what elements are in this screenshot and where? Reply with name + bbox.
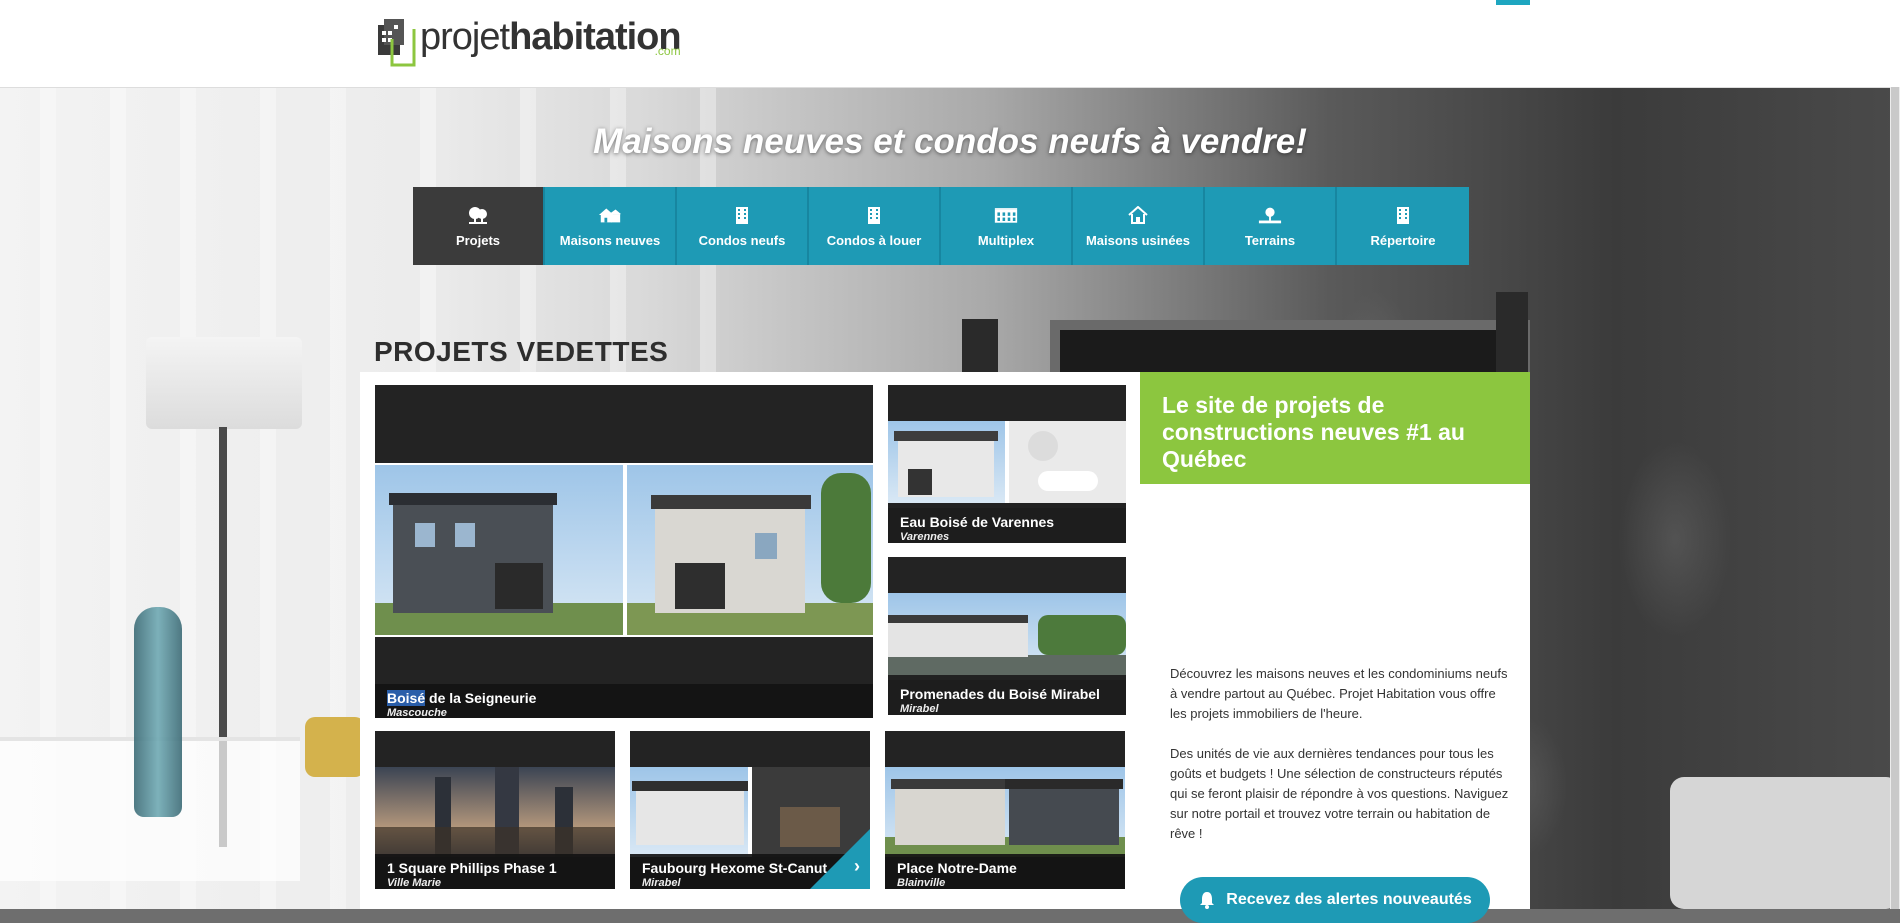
project-image (885, 767, 1125, 857)
trees-icon (466, 205, 490, 225)
nav-label: Terrains (1244, 232, 1296, 248)
project-name: 1 Square Phillips Phase 1 (387, 860, 557, 876)
nav-item-condos-a-louer[interactable]: Condos à louer (809, 187, 941, 265)
project-name: Eau Boisé de Varennes (900, 514, 1055, 530)
project-card[interactable]: 1 Square Phillips Phase 1 Ville Marie (375, 731, 615, 889)
project-card[interactable]: Faubourg Hexome St-Canut Mirabel › (630, 731, 870, 889)
category-nav: Projets Maisons neuves Condos neufs Cond… (413, 187, 1469, 265)
project-city: Blainville (897, 877, 946, 889)
section-title: PROJETS VEDETTES (374, 336, 669, 367)
houses-icon (598, 205, 622, 225)
info-paragraph-2: Des unités de vie aux dernières tendance… (1170, 746, 1509, 841)
project-city: Mirabel (900, 703, 939, 715)
building-icon (730, 205, 754, 225)
nav-item-multiplex[interactable]: Multiplex (941, 187, 1073, 265)
nav-item-terrains[interactable]: Terrains (1205, 187, 1337, 265)
project-card[interactable]: Eau Boisé de Varennes Varennes (888, 385, 1126, 543)
chevron-right-icon: › (854, 856, 860, 876)
nav-label: Maisons neuves (559, 232, 661, 248)
project-card[interactable]: Promenades du Boisé Mirabel Mirabel (888, 557, 1126, 715)
alerts-button-label: Recevez des alertes nouveautés (1226, 891, 1472, 908)
multiplex-icon (994, 205, 1018, 225)
info-title: Le site de projets de constructions neuv… (1140, 372, 1530, 484)
home-icon (1126, 205, 1150, 225)
building-icon (1391, 205, 1415, 225)
nav-item-maisons-neuves[interactable]: Maisons neuves (545, 187, 677, 265)
land-icon (1258, 205, 1282, 225)
site-header: projethabitation .com (0, 0, 1900, 88)
project-name-highlight: Boisé (387, 690, 426, 706)
nav-item-condos-neufs[interactable]: Condos neufs (677, 187, 809, 265)
next-arrow-icon[interactable] (810, 829, 870, 889)
info-box: Le site de projets de constructions neuv… (1140, 372, 1530, 923)
scrollbar-thumb[interactable] (1891, 87, 1899, 909)
project-card[interactable]: Place Notre-Dame Blainville (885, 731, 1125, 889)
project-city: Mascouche (387, 707, 447, 718)
logo-building-icon (374, 15, 416, 67)
info-paragraph-1: Découvrez les maisons neuves et les cond… (1170, 666, 1508, 721)
nav-label: Condos à louer (826, 232, 922, 248)
project-name: Promenades du Boisé Mirabel (900, 686, 1100, 702)
nav-item-projets[interactable]: Projets (413, 187, 545, 265)
nav-item-maisons-usinees[interactable]: Maisons usinées (1073, 187, 1205, 265)
project-image (375, 767, 615, 857)
nav-item-repertoire[interactable]: Répertoire (1337, 187, 1469, 265)
logo-com: .com (654, 44, 681, 58)
project-image (888, 593, 1126, 675)
project-card[interactable]: Boisé de la Seigneurie Mascouche (375, 385, 873, 718)
logo-text-light: projet (420, 16, 510, 58)
site-logo[interactable]: projethabitation .com (374, 15, 682, 71)
header-accent-bar (1496, 0, 1530, 5)
bell-icon (1198, 891, 1216, 909)
featured-projects-panel: Boisé de la Seigneurie Mascouche Eau Boi… (360, 372, 1140, 909)
project-city: Ville Marie (387, 877, 442, 889)
hero-title: Maisons neuves et condos neufs à vendre! (593, 122, 1307, 161)
nav-label: Condos neufs (698, 232, 786, 248)
nav-label: Maisons usinées (1085, 232, 1191, 248)
nav-label: Multiplex (977, 232, 1035, 248)
project-image (375, 463, 873, 637)
nav-label: Répertoire (1370, 232, 1436, 248)
page-scrollbar[interactable] (1890, 87, 1900, 909)
nav-label: Projets (455, 232, 501, 248)
project-name: Place Notre-Dame (897, 860, 1017, 876)
building-icon (862, 205, 886, 225)
project-city: Varennes (900, 531, 950, 543)
project-image (888, 421, 1126, 503)
project-name: de la Seigneurie (425, 690, 537, 706)
alerts-button[interactable]: Recevez des alertes nouveautés (1180, 877, 1490, 923)
